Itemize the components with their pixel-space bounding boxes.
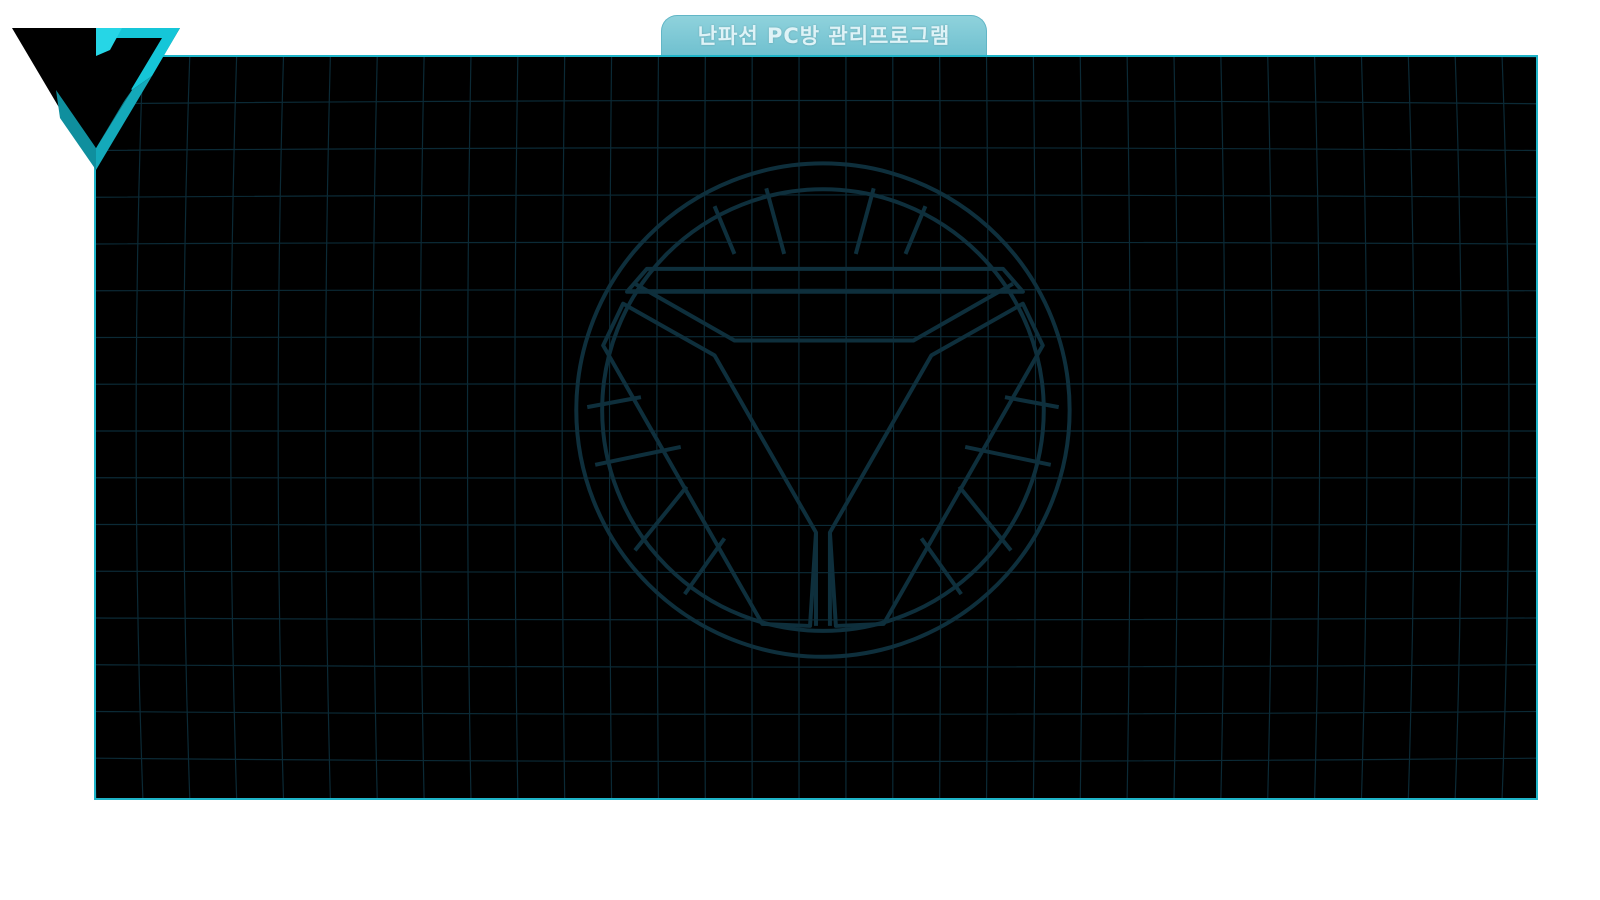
app-window: 난파선 PC방 관리프로그램 — [0, 0, 1600, 900]
title-tab: 난파선 PC방 관리프로그램 — [661, 15, 987, 56]
window-title: 난파선 PC방 관리프로그램 — [697, 24, 951, 48]
main-panel — [94, 55, 1538, 800]
arc-reactor-icon — [574, 161, 1072, 659]
v-triangle-logo-icon — [12, 28, 180, 170]
